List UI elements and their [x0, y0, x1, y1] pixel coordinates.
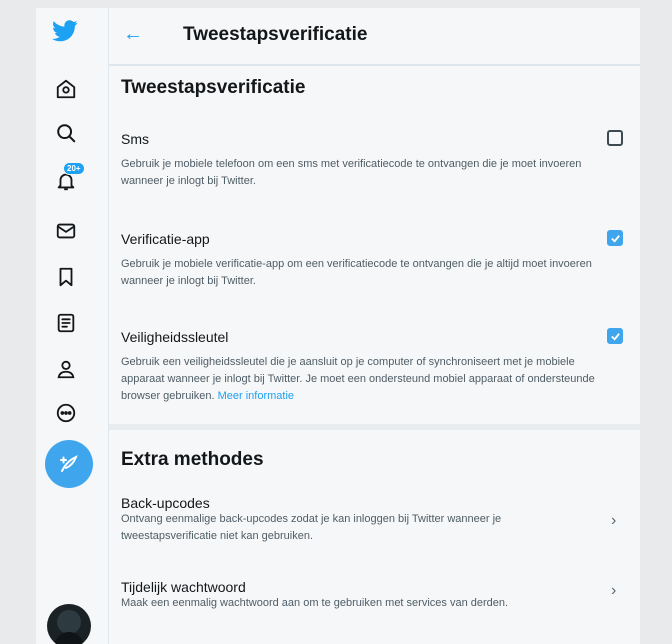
option-sms-label: Sms — [121, 131, 149, 147]
arrow-left-icon[interactable]: ← — [123, 22, 143, 46]
compose-tweet-button[interactable] — [45, 440, 93, 488]
section-divider — [109, 424, 640, 430]
more-info-link[interactable]: Meer informatie — [218, 390, 294, 402]
home-icon[interactable] — [53, 76, 79, 102]
notifications-icon[interactable]: 20+ — [53, 162, 85, 194]
check-icon — [610, 234, 620, 243]
section-title-extra: Extra methodes — [121, 449, 264, 470]
notification-badge: 20+ — [63, 162, 85, 175]
backup-codes-description: Ontvang eenmalige back-upcodes zodat je … — [121, 513, 502, 542]
sidebar: 20+ — [36, 8, 108, 644]
section-title-two-step: Tweestapsverificatie — [121, 77, 306, 98]
lists-icon[interactable] — [53, 310, 79, 336]
option-key-description-text: Gebruik een veiligheidssleutel die je aa… — [121, 356, 595, 402]
header: ← Tweestapsverificatie — [109, 8, 640, 66]
sms-checkbox[interactable] — [607, 130, 623, 146]
temporary-password-label: Tijdelijk wachtwoord — [121, 579, 246, 595]
more-icon[interactable] — [53, 400, 79, 426]
option-key-label: Veiligheidssleutel — [121, 329, 229, 345]
security-key-checkbox[interactable] — [607, 328, 623, 344]
chevron-right-icon: › — [611, 582, 617, 599]
option-key-description: Gebruik een veiligheidssleutel die je aa… — [121, 354, 611, 405]
page: 20+ ← Tweestapsverificatie Tweestapsveri… — [36, 8, 640, 644]
messages-icon[interactable] — [53, 218, 79, 244]
search-icon[interactable] — [53, 120, 79, 146]
bookmarks-icon[interactable] — [53, 264, 79, 290]
main-column: ← Tweestapsverificatie Tweestapsverifica… — [108, 8, 640, 644]
header-title: Tweestapsverificatie — [183, 24, 368, 45]
temporary-password-description: Maak een eenmalig wachtwoord aan om te g… — [121, 597, 509, 609]
option-app-description: Gebruik je mobiele verificatie-app om ee… — [121, 258, 592, 287]
option-sms-description: Gebruik je mobiele telefoon om een sms m… — [121, 158, 582, 187]
compose-tweet-icon — [60, 455, 78, 472]
backup-codes-label: Back-upcodes — [121, 495, 210, 511]
option-app-label: Verificatie-app — [121, 231, 210, 247]
twitter-logo-icon[interactable] — [52, 18, 78, 44]
avatar[interactable] — [47, 604, 91, 644]
chevron-right-icon: › — [611, 512, 617, 529]
profile-icon[interactable] — [53, 356, 79, 382]
check-icon — [610, 332, 620, 341]
verification-app-checkbox[interactable] — [607, 230, 623, 246]
